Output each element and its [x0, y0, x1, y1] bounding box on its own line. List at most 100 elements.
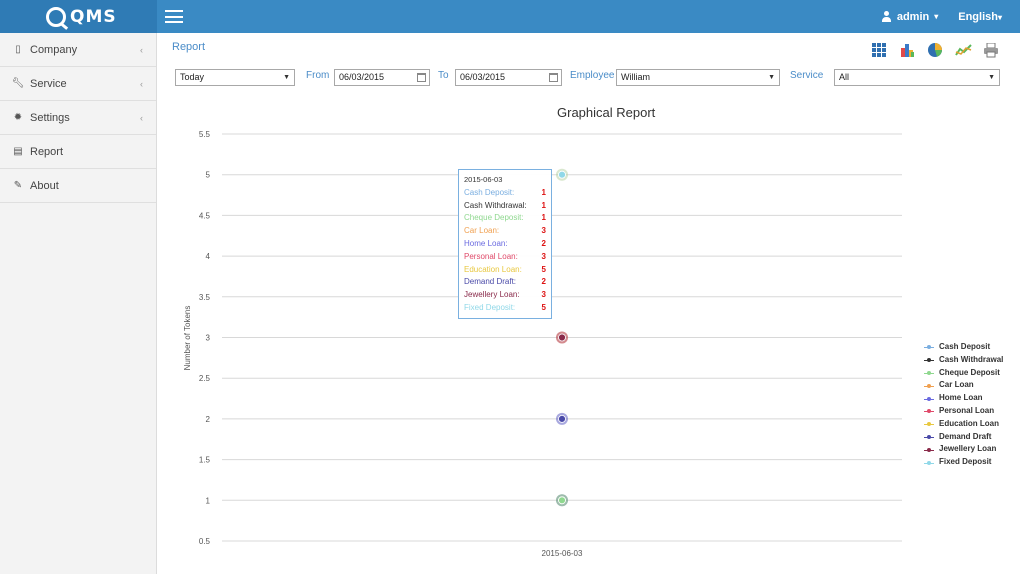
y-axis-label: Number of Tokens — [183, 306, 192, 371]
legend-label: Cheque Deposit — [939, 367, 1000, 377]
data-point — [558, 170, 566, 179]
legend-marker-icon — [924, 421, 934, 427]
chevron-down-icon: ▾ — [934, 12, 939, 21]
language-menu[interactable]: English▾ — [958, 11, 1002, 23]
legend-marker-icon — [924, 344, 934, 350]
breadcrumb[interactable]: Report — [172, 41, 205, 53]
report-toolbar — [870, 41, 1000, 59]
chart-area: Graphical Report 0.5 1 1.5 2 2.5 3 3.5 4 4.5 5 5.5… — [157, 103, 1020, 574]
tooltip-row-value: 5 — [541, 302, 546, 312]
y-tick-label: 3.5 — [199, 293, 211, 302]
tooltip-row: Education Loan: 5 — [464, 264, 546, 277]
calendar-icon[interactable] — [549, 73, 558, 82]
chevron-down-icon: ▾ — [997, 12, 1002, 22]
period-select[interactable]: Today ▼ — [175, 69, 295, 86]
from-date-field[interactable]: 06/03/2015 — [334, 69, 430, 86]
legend-item[interactable]: Education Loan — [924, 418, 1003, 431]
menu-toggle-button[interactable] — [165, 10, 183, 23]
tooltip-row-value: 2 — [541, 277, 546, 287]
y-tick-label: 5 — [206, 171, 211, 180]
user-name: admin — [896, 10, 930, 23]
gear-icon: ✹ — [13, 112, 23, 123]
from-label: From — [306, 70, 330, 81]
line-chart-icon[interactable] — [954, 41, 972, 59]
tooltip-row-label: Fixed Deposit: — [464, 302, 516, 312]
chart-tooltip: 2015-06-03 Cash Deposit: 1 Cash Withdrawal… — [458, 169, 552, 319]
legend-label: Personal Loan — [939, 405, 995, 415]
tooltip-row-value: 3 — [541, 290, 546, 300]
legend-item[interactable]: Demand Draft — [924, 431, 1003, 444]
employee-label: Employee — [570, 70, 615, 81]
service-select[interactable]: All ▼ — [834, 69, 1000, 86]
logo-text: QMS — [70, 6, 117, 27]
legend-marker-icon — [924, 383, 934, 389]
sidebar-item-about[interactable]: ✎ About — [0, 169, 156, 203]
y-tick-label: 4 — [206, 252, 211, 261]
to-date-field[interactable]: 06/03/2015 — [455, 69, 562, 86]
app-logo[interactable]: QMS — [0, 0, 157, 33]
tooltip-row-label: Cash Withdrawal: — [464, 200, 527, 210]
legend-item[interactable]: Personal Loan — [924, 405, 1003, 418]
line-chart: 0.5 1 1.5 2 2.5 3 3.5 4 4.5 5 5.5 Number of Tokens 2… — [183, 130, 902, 558]
legend-label: Jewellery Loan — [939, 444, 997, 454]
print-icon[interactable] — [982, 41, 1000, 59]
tooltip-row: Cash Withdrawal: 1 — [464, 200, 546, 213]
legend-marker-icon — [924, 408, 934, 414]
sidebar-item-label: Company — [30, 43, 78, 56]
service-label: Service — [790, 70, 824, 81]
legend-item[interactable]: Cash Withdrawal — [924, 354, 1003, 367]
tooltip-row: Car Loan: 3 — [464, 225, 546, 238]
legend-item[interactable]: Home Loan — [924, 392, 1003, 405]
chevron-down-icon: ▼ — [768, 74, 775, 81]
legend-item[interactable]: Fixed Deposit — [924, 456, 1003, 469]
sidebar-item-label: Service — [30, 77, 67, 90]
sidebar-item-report[interactable]: ▤ Report — [0, 135, 156, 169]
sidebar-item-settings[interactable]: ✹ Settings ‹ — [0, 101, 156, 135]
legend-item[interactable]: Cash Deposit — [924, 341, 1003, 354]
employee-select[interactable]: William ▼ — [616, 69, 780, 86]
user-menu[interactable]: admin ▾ — [881, 11, 938, 23]
sidebar-item-company[interactable]: ▯ Company ‹ — [0, 33, 156, 67]
tooltip-row: Fixed Deposit: 5 — [464, 302, 546, 315]
tooltip-row: Cheque Deposit: 1 — [464, 212, 546, 225]
tooltip-row-value: 1 — [541, 200, 546, 210]
calendar-icon[interactable] — [417, 73, 426, 82]
tooltip-row-value: 1 — [541, 213, 546, 223]
y-tick-label: 1.5 — [199, 456, 211, 465]
sidebar-item-label: Settings — [30, 111, 70, 124]
pie-chart-icon[interactable] — [926, 41, 944, 59]
chart-legend: Cash Deposit Cash Withdrawal Cheque Deposi… — [924, 341, 1003, 469]
legend-marker-icon — [924, 460, 934, 466]
bar-chart-icon[interactable] — [898, 41, 916, 59]
tooltip-row-label: Cash Deposit: — [464, 187, 515, 197]
legend-item[interactable]: Jewellery Loan — [924, 443, 1003, 456]
legend-label: Cash Withdrawal — [939, 354, 1004, 364]
tooltip-row: Demand Draft: 2 — [464, 276, 546, 289]
table-view-icon[interactable] — [870, 41, 888, 59]
data-point — [558, 333, 566, 342]
tooltip-row-value: 3 — [541, 251, 546, 261]
sidebar-item-label: About — [30, 179, 59, 192]
y-tick-label: 2 — [206, 415, 211, 424]
legend-label: Home Loan — [939, 393, 983, 403]
data-point — [558, 496, 566, 505]
legend-item[interactable]: Car Loan — [924, 379, 1003, 392]
report-filters: Today ▼ From 06/03/2015 To 06/03/2015 Em… — [175, 69, 1015, 89]
employee-value: William — [621, 72, 650, 82]
sidebar-item-service[interactable]: 🔧︎ Service ‹ — [0, 67, 156, 101]
user-icon — [881, 11, 892, 22]
legend-label: Demand Draft — [939, 431, 992, 441]
chevron-down-icon: ▼ — [283, 74, 290, 81]
language-label: English — [958, 10, 998, 23]
tooltip-row-label: Cheque Deposit: — [464, 213, 524, 223]
period-value: Today — [180, 72, 205, 82]
legend-item[interactable]: Cheque Deposit — [924, 367, 1003, 380]
tooltip-row: Personal Loan: 3 — [464, 251, 546, 264]
chevron-left-icon: ‹ — [140, 44, 143, 55]
wrench-icon: 🔧︎ — [11, 78, 25, 89]
y-tick-label: 2.5 — [199, 374, 211, 383]
chevron-down-icon: ▼ — [988, 74, 995, 81]
legend-marker-icon — [924, 434, 934, 440]
tooltip-row-label: Car Loan: — [464, 226, 500, 236]
tooltip-row-label: Personal Loan: — [464, 251, 518, 261]
